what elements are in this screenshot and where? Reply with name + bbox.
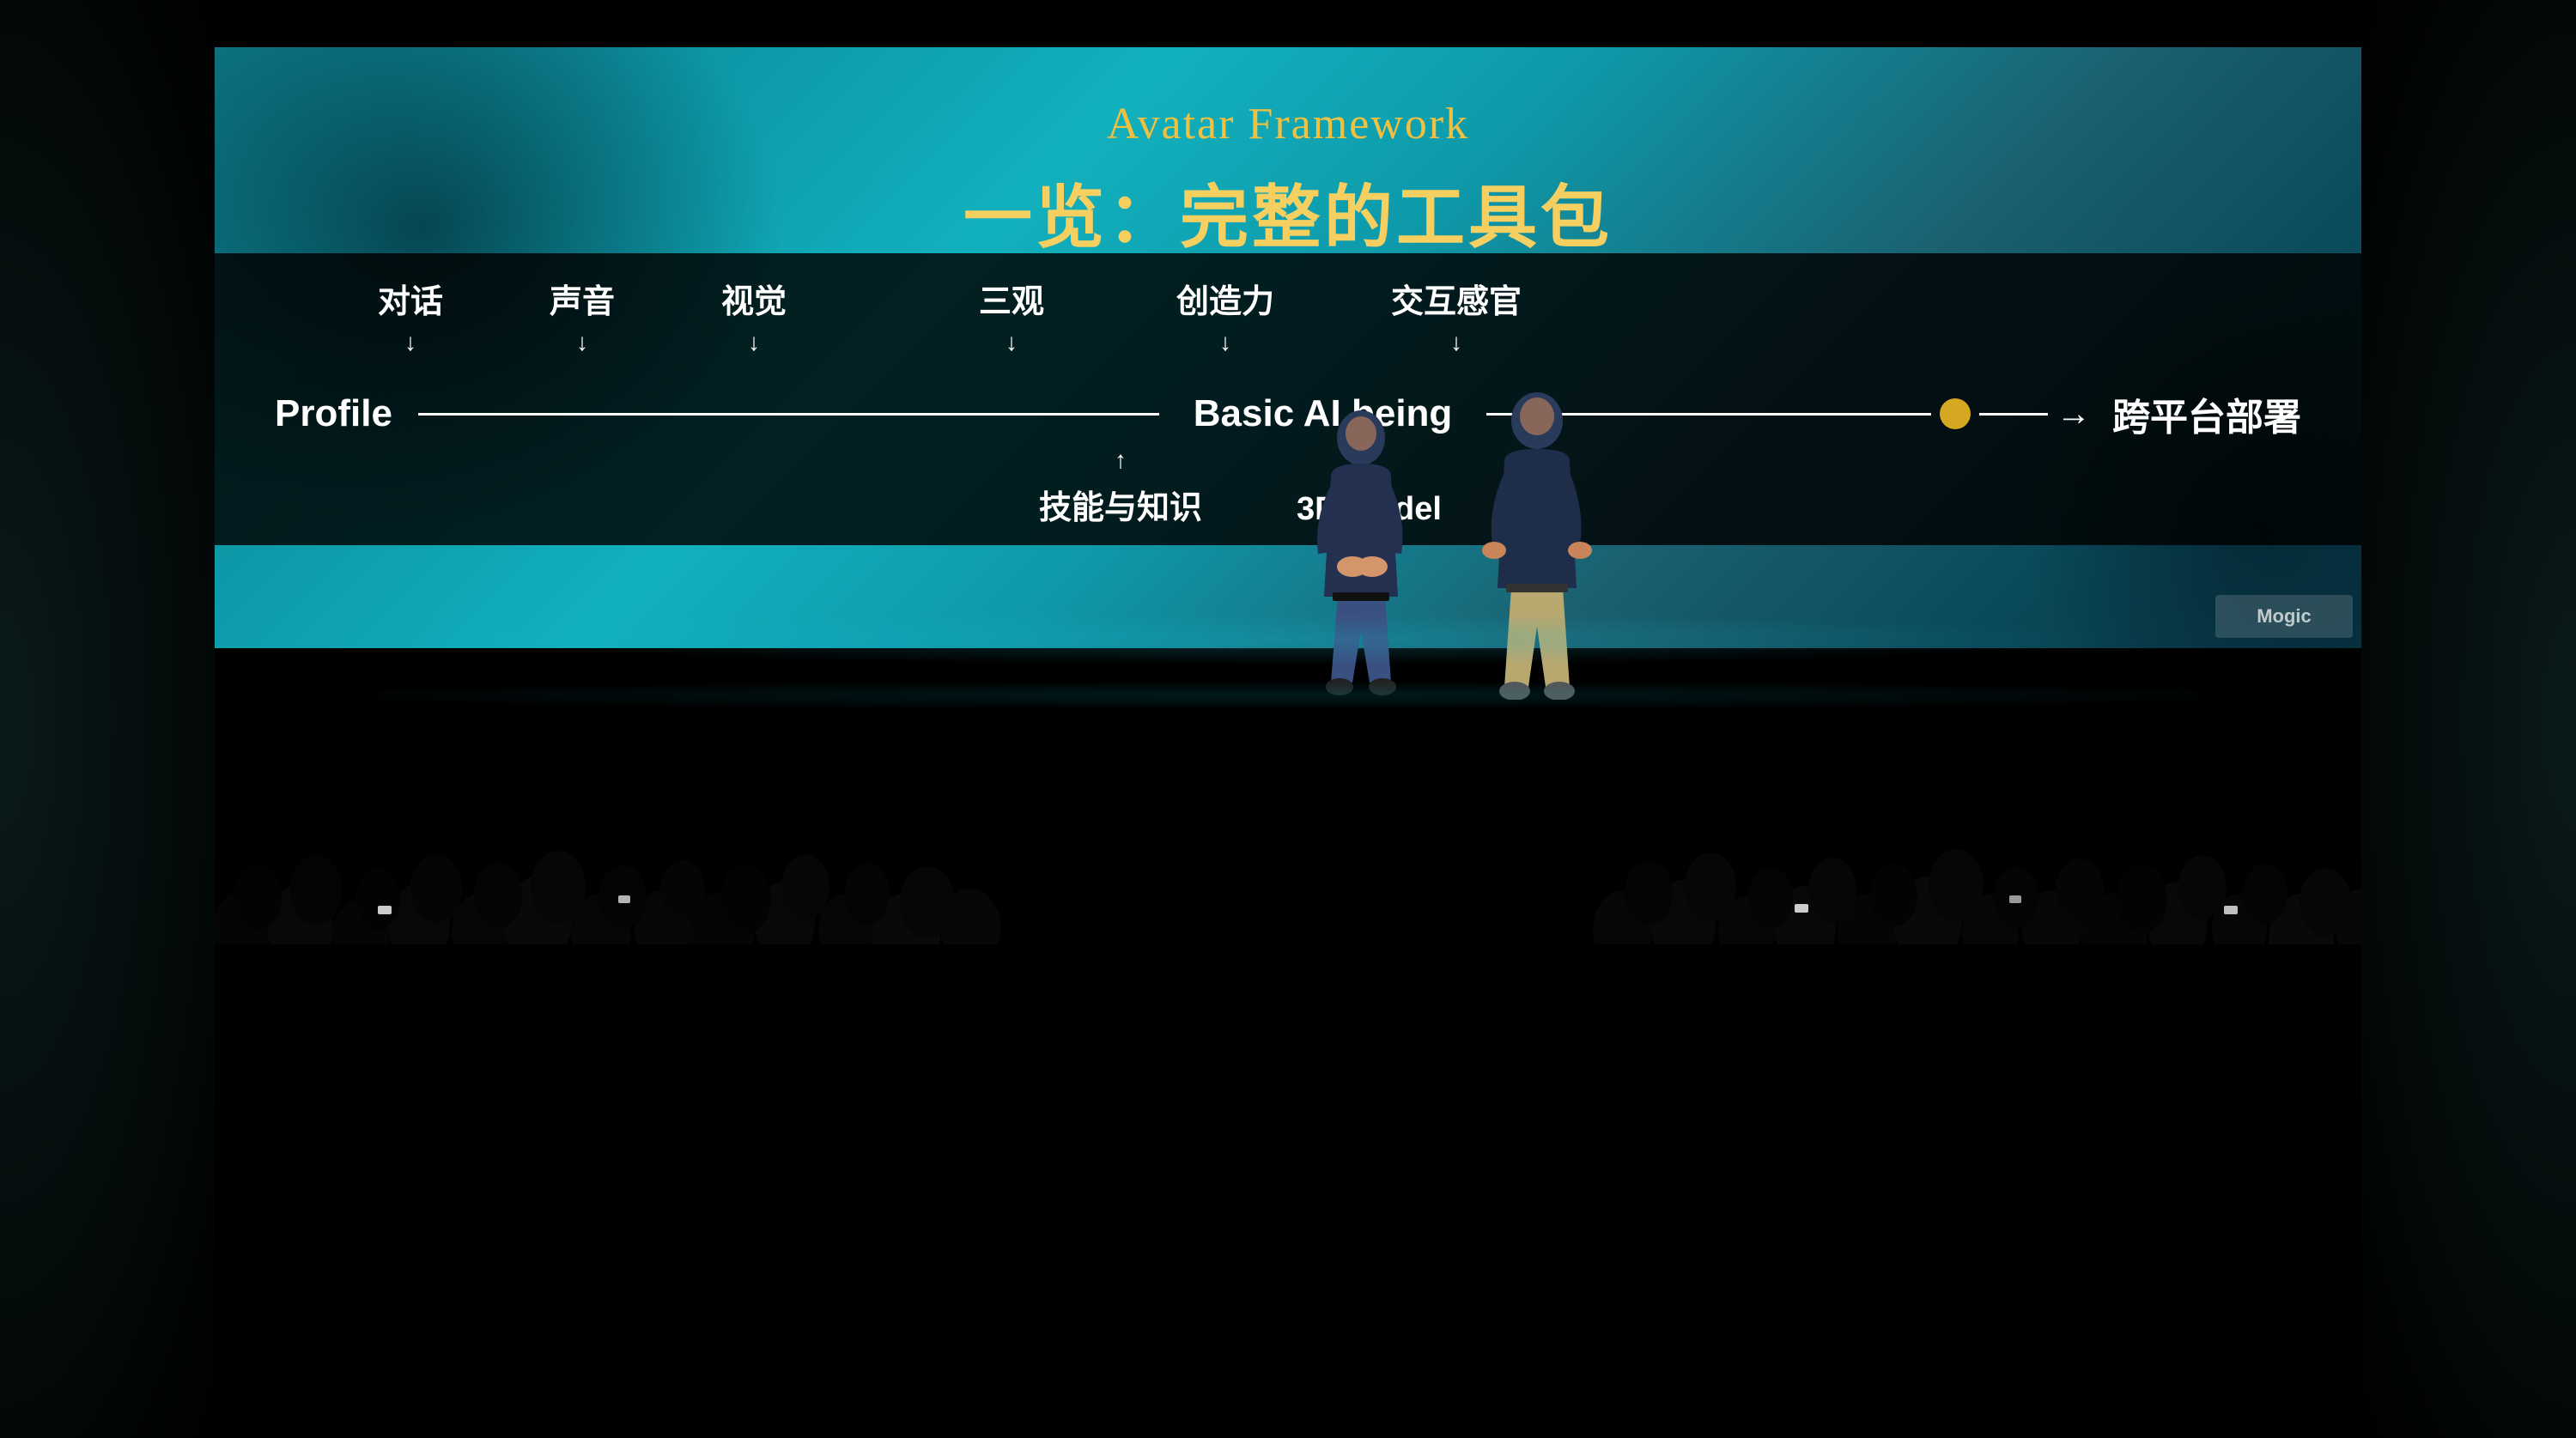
flow-line-3 [1979, 413, 2048, 416]
vignette-left [0, 0, 215, 1438]
title-english: Avatar Framework [206, 99, 2370, 149]
arrow-down-shijue: ↓ [748, 329, 760, 356]
stage: Avatar Framework 一览：完整的工具包 对话 ↓ 声音 ↓ 视觉 [206, 47, 2370, 992]
stage-glow [464, 614, 2112, 665]
label-chuangzaoli: 创造力 ↓ [1176, 275, 1274, 356]
label-shijue: 视觉 ↓ [721, 275, 787, 356]
flow-arrow-right: → [2057, 395, 2091, 434]
flow-dot [1940, 398, 1971, 429]
arrow-down-chuangzaoli: ↓ [1219, 329, 1231, 356]
label-duihua: 对话 ↓ [378, 275, 443, 356]
screen-title: Avatar Framework 一览：完整的工具包 [206, 99, 2370, 262]
audience-svg [206, 700, 2370, 992]
arrow-down-sanguan: ↓ [1005, 329, 1018, 356]
presentation-scene: Avatar Framework 一览：完整的工具包 对话 ↓ 声音 ↓ 视觉 [0, 0, 2576, 1438]
label-jiaohu: 交互感官 ↓ [1391, 275, 1522, 356]
audience-area [206, 459, 2370, 992]
vignette-right [2361, 0, 2576, 1438]
flow-start-label: Profile [275, 392, 392, 435]
label-sanguan: 三观 ↓ [979, 275, 1044, 356]
arrow-down-jiaohu: ↓ [1450, 329, 1462, 356]
label-shengyin: 声音 ↓ [550, 275, 615, 356]
arrow-down-shengyin: ↓ [576, 329, 588, 356]
flow-end-label: 跨平台部署 [2112, 386, 2301, 441]
title-chinese: 一览：完整的工具包 [206, 162, 2370, 262]
flow-line-container: Profile Basic AI being → 跨平台部署 [275, 386, 2301, 441]
flow-line-1 [418, 413, 1159, 416]
arrow-down-duihua: ↓ [404, 329, 416, 356]
